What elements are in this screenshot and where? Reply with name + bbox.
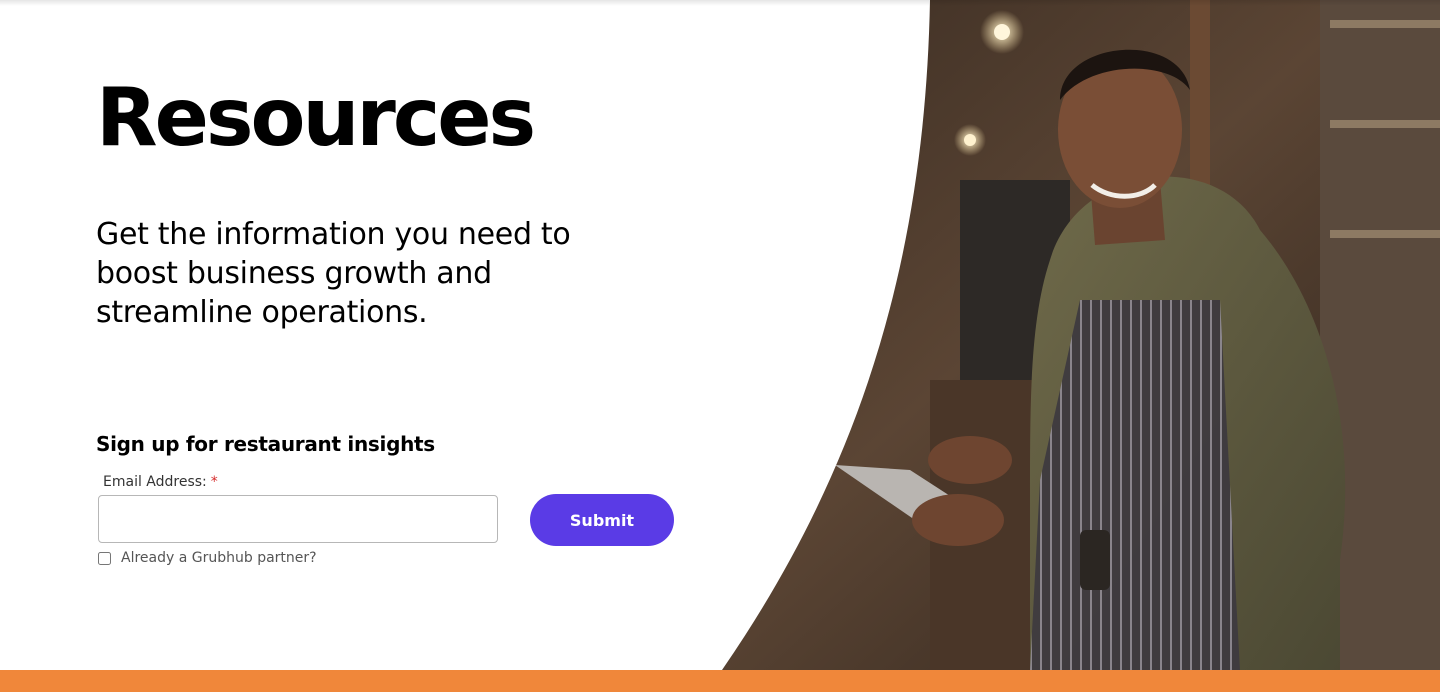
submit-button[interactable]: Submit bbox=[530, 494, 674, 546]
signup-heading: Sign up for restaurant insights bbox=[96, 432, 435, 456]
hero-photo-illustration bbox=[722, 0, 1440, 670]
required-marker: * bbox=[210, 474, 218, 490]
hero-photo bbox=[700, 0, 1440, 670]
partner-row: Already a Grubhub partner? bbox=[98, 548, 317, 568]
page-subtitle: Get the information you need to boost bu… bbox=[96, 217, 571, 330]
page: Resources Get the information you need t… bbox=[0, 0, 1440, 692]
email-label: Email Address: * bbox=[103, 472, 218, 492]
top-shadow bbox=[0, 0, 1440, 6]
email-label-text: Email Address: bbox=[103, 474, 207, 490]
page-title: Resources bbox=[96, 71, 536, 164]
partner-checkbox[interactable] bbox=[98, 551, 111, 565]
partner-checkbox-label[interactable]: Already a Grubhub partner? bbox=[121, 550, 317, 566]
email-field[interactable] bbox=[98, 495, 498, 543]
footer-accent-bar bbox=[0, 670, 1440, 692]
